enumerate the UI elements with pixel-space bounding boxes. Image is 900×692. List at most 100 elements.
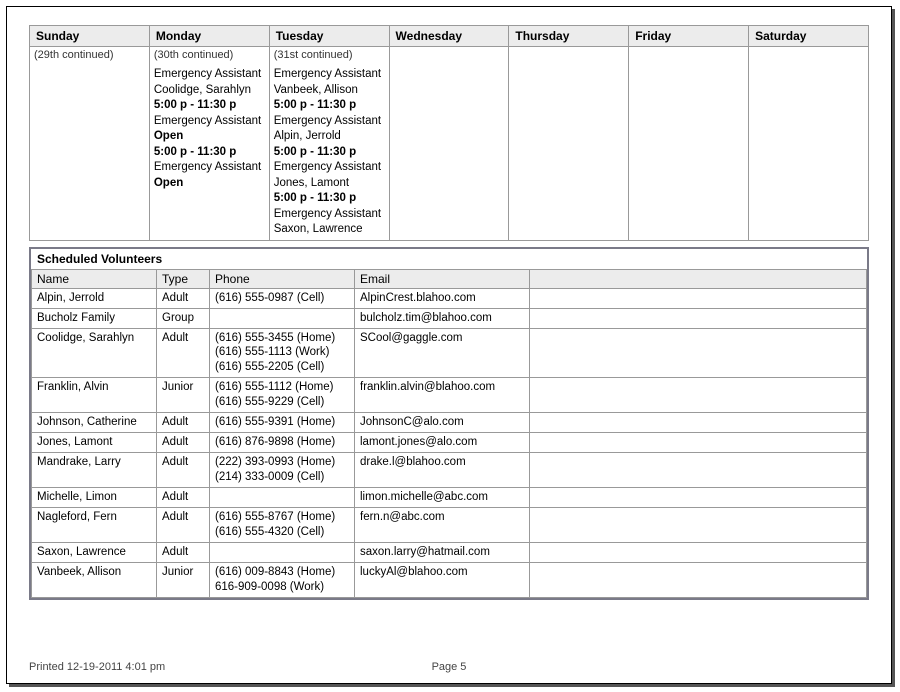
cell-type: Group — [157, 308, 210, 328]
cell-email: drake.l@blahoo.com — [355, 453, 530, 488]
schedule-line: Emergency Assistant — [154, 160, 265, 176]
table-row: Mandrake, LarryAdult(222) 393-0993 (Home… — [32, 453, 867, 488]
day-cell — [629, 47, 749, 241]
printed-timestamp: Printed 12-19-2011 4:01 pm — [29, 661, 165, 673]
col-type: Type — [157, 269, 210, 288]
cell-blank — [530, 453, 867, 488]
cell-email: AlpinCrest.blahoo.com — [355, 288, 530, 308]
cell-name: Coolidge, Sarahlyn — [32, 328, 157, 378]
table-row: Nagleford, FernAdult(616) 555-8767 (Home… — [32, 507, 867, 542]
cell-blank — [530, 507, 867, 542]
cell-type: Adult — [157, 507, 210, 542]
cell-name: Jones, Lamont — [32, 433, 157, 453]
cell-name: Franklin, Alvin — [32, 378, 157, 413]
table-row: Vanbeek, AllisonJunior(616) 009-8843 (Ho… — [32, 562, 867, 597]
day-cell — [509, 47, 629, 241]
table-row: Franklin, AlvinJunior(616) 555-1112 (Hom… — [32, 378, 867, 413]
cell-phone: (616) 009-8843 (Home)616-909-0098 (Work) — [210, 562, 355, 597]
day-entries: Emergency AssistantCoolidge, Sarahlyn5:0… — [154, 67, 265, 191]
date-continued: (31st continued) — [274, 49, 385, 61]
cell-name: Vanbeek, Allison — [32, 562, 157, 597]
schedule-line: Saxon, Lawrence — [274, 222, 385, 238]
cell-name: Alpin, Jerrold — [32, 288, 157, 308]
cell-type: Junior — [157, 378, 210, 413]
cell-type: Adult — [157, 288, 210, 308]
schedule-line: Vanbeek, Allison — [274, 83, 385, 99]
cell-name: Johnson, Catherine — [32, 413, 157, 433]
cell-phone: (616) 555-9391 (Home) — [210, 413, 355, 433]
cell-phone — [210, 542, 355, 562]
col-email: Email — [355, 269, 530, 288]
schedule-line: Emergency Assistant — [274, 67, 385, 83]
cell-phone: (616) 555-1112 (Home)(616) 555-9229 (Cel… — [210, 378, 355, 413]
schedule-line: Emergency Assistant — [274, 160, 385, 176]
col-blank — [530, 269, 867, 288]
schedule-line: Alpin, Jerrold — [274, 129, 385, 145]
cell-type: Adult — [157, 542, 210, 562]
date-continued: (30th continued) — [154, 49, 265, 61]
cell-blank — [530, 487, 867, 507]
cell-type: Adult — [157, 413, 210, 433]
cell-type: Adult — [157, 433, 210, 453]
cell-name: Nagleford, Fern — [32, 507, 157, 542]
table-row: Saxon, LawrenceAdult saxon.larry@hatmail.… — [32, 542, 867, 562]
day-header: Thursday — [509, 26, 629, 47]
cell-email: limon.michelle@abc.com — [355, 487, 530, 507]
schedule-line: Open — [154, 129, 265, 145]
cell-type: Junior — [157, 562, 210, 597]
day-header: Wednesday — [389, 26, 509, 47]
day-cell: (29th continued) — [30, 47, 150, 241]
cell-blank — [530, 378, 867, 413]
schedule-line: 5:00 p - 11:30 p — [274, 191, 385, 207]
day-header: Monday — [149, 26, 269, 47]
cell-email: saxon.larry@hatmail.com — [355, 542, 530, 562]
cell-name: Michelle, Limon — [32, 487, 157, 507]
cell-name: Saxon, Lawrence — [32, 542, 157, 562]
table-row: Coolidge, SarahlynAdult(616) 555-3455 (H… — [32, 328, 867, 378]
cell-blank — [530, 308, 867, 328]
col-name: Name — [32, 269, 157, 288]
date-continued: (29th continued) — [34, 49, 145, 61]
cell-email: SCool@gaggle.com — [355, 328, 530, 378]
page-number: Page 5 — [432, 661, 467, 673]
schedule-line: 5:00 p - 11:30 p — [274, 98, 385, 114]
table-row: Jones, LamontAdult(616) 876-9898 (Home)l… — [32, 433, 867, 453]
cell-phone: (222) 393-0993 (Home)(214) 333-0009 (Cel… — [210, 453, 355, 488]
schedule-line: Open — [154, 176, 265, 192]
cell-type: Adult — [157, 487, 210, 507]
col-phone: Phone — [210, 269, 355, 288]
cell-email: lamont.jones@alo.com — [355, 433, 530, 453]
day-header: Saturday — [749, 26, 869, 47]
cell-blank — [530, 433, 867, 453]
cell-phone: (616) 555-0987 (Cell) — [210, 288, 355, 308]
day-header: Friday — [629, 26, 749, 47]
day-cell: (31st continued)Emergency AssistantVanbe… — [269, 47, 389, 241]
table-row: Michelle, LimonAdult limon.michelle@abc.c… — [32, 487, 867, 507]
cell-phone: (616) 555-3455 (Home)(616) 555-1113 (Wor… — [210, 328, 355, 378]
table-row: Alpin, JerroldAdult(616) 555-0987 (Cell)… — [32, 288, 867, 308]
cell-phone: (616) 555-8767 (Home)(616) 555-4320 (Cel… — [210, 507, 355, 542]
cell-phone: (616) 876-9898 (Home) — [210, 433, 355, 453]
cell-email: JohnsonC@alo.com — [355, 413, 530, 433]
schedule-line: Emergency Assistant — [154, 114, 265, 130]
cell-phone — [210, 308, 355, 328]
schedule-line: Emergency Assistant — [154, 67, 265, 83]
cell-blank — [530, 413, 867, 433]
cell-name: Mandrake, Larry — [32, 453, 157, 488]
page-footer: Printed 12-19-2011 4:01 pm Page 5 — [29, 661, 869, 673]
schedule-line: Coolidge, Sarahlyn — [154, 83, 265, 99]
schedule-line: 5:00 p - 11:30 p — [154, 98, 265, 114]
cell-blank — [530, 562, 867, 597]
cell-email: fern.n@abc.com — [355, 507, 530, 542]
cell-blank — [530, 542, 867, 562]
cell-blank — [530, 328, 867, 378]
day-cell — [749, 47, 869, 241]
schedule-line: 5:00 p - 11:30 p — [274, 145, 385, 161]
day-header: Tuesday — [269, 26, 389, 47]
cell-blank — [530, 288, 867, 308]
table-row: Johnson, CatherineAdult(616) 555-9391 (H… — [32, 413, 867, 433]
schedule-line: Emergency Assistant — [274, 114, 385, 130]
day-cell — [389, 47, 509, 241]
schedule-line: 5:00 p - 11:30 p — [154, 145, 265, 161]
cell-email: franklin.alvin@blahoo.com — [355, 378, 530, 413]
